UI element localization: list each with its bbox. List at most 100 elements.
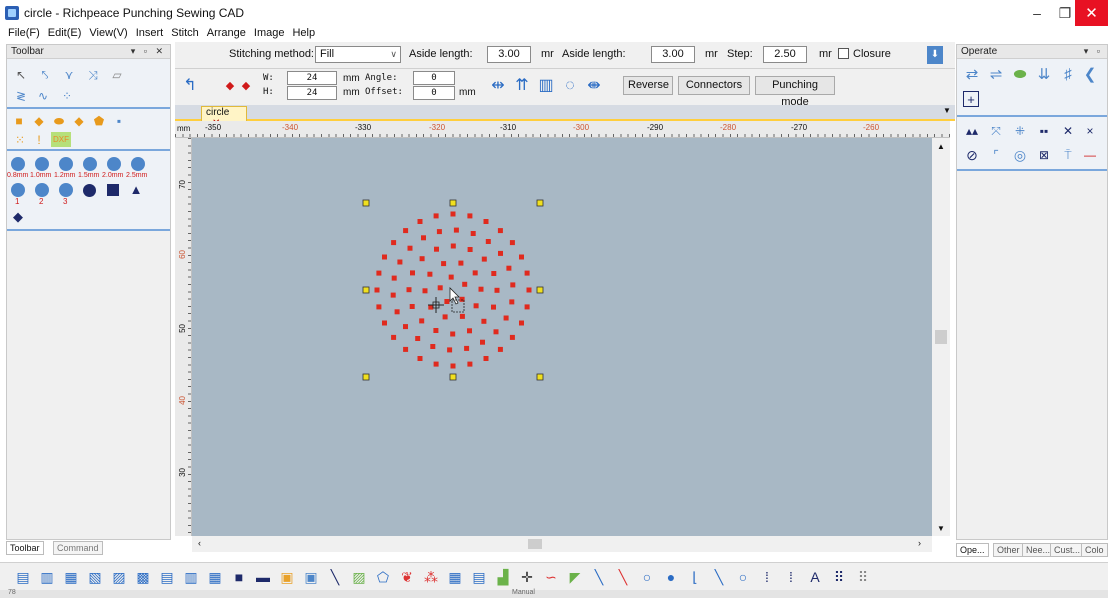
diamond-punch-icon[interactable]: ◆: [11, 209, 25, 223]
stitch-point[interactable]: [458, 260, 464, 266]
chevron-left-icon[interactable]: ❮: [1081, 65, 1099, 83]
undo-arrow-icon[interactable]: ↰: [181, 77, 199, 95]
stitch-point[interactable]: [485, 239, 491, 244]
diamond-shape-icon[interactable]: ◆: [33, 115, 45, 127]
stitching-method-select[interactable]: Fill ∨: [315, 46, 401, 63]
triangle-punch-icon[interactable]: ▲: [129, 182, 143, 196]
stitch-point[interactable]: [409, 304, 415, 309]
stitch-point[interactable]: [433, 213, 439, 219]
align-icon[interactable]: ▪▪: [1035, 123, 1053, 139]
stitch-point[interactable]: [462, 281, 468, 287]
trim-icon[interactable]: ╲: [614, 568, 632, 586]
line-red-icon[interactable]: —: [1081, 147, 1099, 163]
stitch-point[interactable]: [397, 259, 403, 265]
stitch-point[interactable]: [503, 315, 509, 321]
points-icon[interactable]: ▴▴: [963, 123, 981, 139]
palette-icon[interactable]: ⠿: [830, 568, 848, 586]
height-input[interactable]: 24: [287, 86, 337, 100]
menu-image[interactable]: Image: [252, 26, 291, 42]
stitch-point[interactable]: [390, 292, 396, 298]
pattern-icon[interactable]: ▨: [350, 568, 368, 586]
scroll-right-icon[interactable]: ›: [918, 538, 921, 548]
stitch-point[interactable]: [450, 211, 456, 217]
stitch-point[interactable]: [403, 346, 409, 352]
circle-outline-icon[interactable]: ○: [638, 568, 656, 586]
block-icon[interactable]: ■: [230, 568, 248, 586]
close-button[interactable]: ✕: [1075, 0, 1108, 26]
stitch-point[interactable]: [470, 231, 476, 236]
vertical-scroll-thumb[interactable]: [935, 330, 947, 344]
tab-toolbar[interactable]: Toolbar: [6, 541, 44, 555]
stitch-point[interactable]: [391, 334, 397, 340]
diagonal-icon[interactable]: ╲: [710, 568, 728, 586]
apply-down-icon[interactable]: ⬇: [927, 46, 943, 64]
stitch-point[interactable]: [509, 299, 515, 305]
align-right-icon[interactable]: ▦: [62, 568, 80, 586]
dxf-import-icon[interactable]: DXF: [51, 132, 71, 147]
stitch-point[interactable]: [491, 271, 497, 276]
ring-icon[interactable]: ○: [734, 568, 752, 586]
punch-25-icon[interactable]: [131, 157, 145, 171]
scroll-down-icon[interactable]: ▼: [937, 524, 945, 533]
vertical-scrollbar[interactable]: ▲ ▼: [932, 138, 950, 536]
zigzag-icon[interactable]: ≷: [13, 89, 29, 103]
stitch-point[interactable]: [430, 344, 436, 349]
stitch-point[interactable]: [410, 270, 415, 276]
stitch-point[interactable]: [417, 219, 423, 224]
multi-punch-2-icon[interactable]: [35, 183, 49, 197]
fill-icon[interactable]: ⬬: [1011, 65, 1029, 83]
nodes-icon[interactable]: ⁂: [422, 568, 440, 586]
grid-icon[interactable]: ▦: [446, 568, 464, 586]
point-shape-icon[interactable]: ▪: [113, 115, 125, 127]
offset-input[interactable]: 0: [413, 86, 455, 100]
stitch-point[interactable]: [478, 286, 484, 292]
align-top-icon[interactable]: ▧: [86, 568, 104, 586]
tab-custom[interactable]: Cust...: [1050, 543, 1085, 557]
stitch-point[interactable]: [493, 329, 499, 335]
multi-punch-1-icon[interactable]: [11, 183, 25, 197]
stitch-point[interactable]: [509, 334, 515, 340]
expand-arrows-icon[interactable]: ⇼: [583, 75, 605, 97]
angle-input[interactable]: 0: [413, 71, 455, 85]
rectangle-shape-icon[interactable]: ■: [13, 115, 25, 127]
stitch-point[interactable]: [374, 287, 380, 293]
grid-dots-icon[interactable]: ⁘: [59, 89, 75, 103]
punch-15-icon[interactable]: [83, 157, 97, 171]
image-icon[interactable]: ▣: [278, 568, 296, 586]
stitch-point[interactable]: [483, 219, 489, 224]
stitch-point[interactable]: [480, 339, 485, 345]
green-node-icon[interactable]: ◤: [566, 568, 584, 586]
stitch-point[interactable]: [491, 304, 496, 310]
stitch-point[interactable]: [433, 328, 439, 333]
menu-file[interactable]: File(F): [6, 26, 46, 42]
anchor-icon[interactable]: ⍑: [1059, 147, 1077, 163]
distribute-h-icon[interactable]: ▤: [158, 568, 176, 586]
scatter-icon[interactable]: ⤧: [987, 123, 1005, 139]
stitch-point[interactable]: [509, 240, 515, 246]
stitch-point[interactable]: [415, 336, 421, 341]
dots-grid-2-icon[interactable]: ⁞: [782, 568, 800, 586]
stitch-point[interactable]: [427, 271, 433, 277]
stitch-point[interactable]: [403, 228, 409, 234]
square-punch-icon[interactable]: [107, 184, 119, 196]
align-left-icon[interactable]: ▤: [14, 568, 32, 586]
menu-stitch[interactable]: Stitch: [169, 26, 205, 42]
corner-icon[interactable]: ⌜: [987, 147, 1005, 163]
blob-icon[interactable]: ❦: [398, 568, 416, 586]
menu-insert[interactable]: Insert: [134, 26, 170, 42]
stitch-point[interactable]: [407, 245, 413, 251]
stitch-point[interactable]: [382, 254, 387, 260]
pentagon-shape-icon[interactable]: ⬟: [93, 115, 105, 127]
stitch-point[interactable]: [437, 285, 443, 291]
punch-20-icon[interactable]: [107, 157, 121, 171]
stitch-point[interactable]: [450, 331, 456, 337]
stitch-point[interactable]: [417, 356, 423, 361]
scroll-up-icon[interactable]: ▲: [937, 142, 945, 151]
stitch-point[interactable]: [406, 287, 412, 293]
stitch-point[interactable]: [394, 309, 400, 315]
stitch-point[interactable]: [434, 246, 439, 252]
stitch-point[interactable]: [421, 235, 426, 241]
stitch-point[interactable]: [459, 313, 465, 319]
stitch-point[interactable]: [422, 288, 428, 294]
stitch-point[interactable]: [453, 227, 459, 233]
